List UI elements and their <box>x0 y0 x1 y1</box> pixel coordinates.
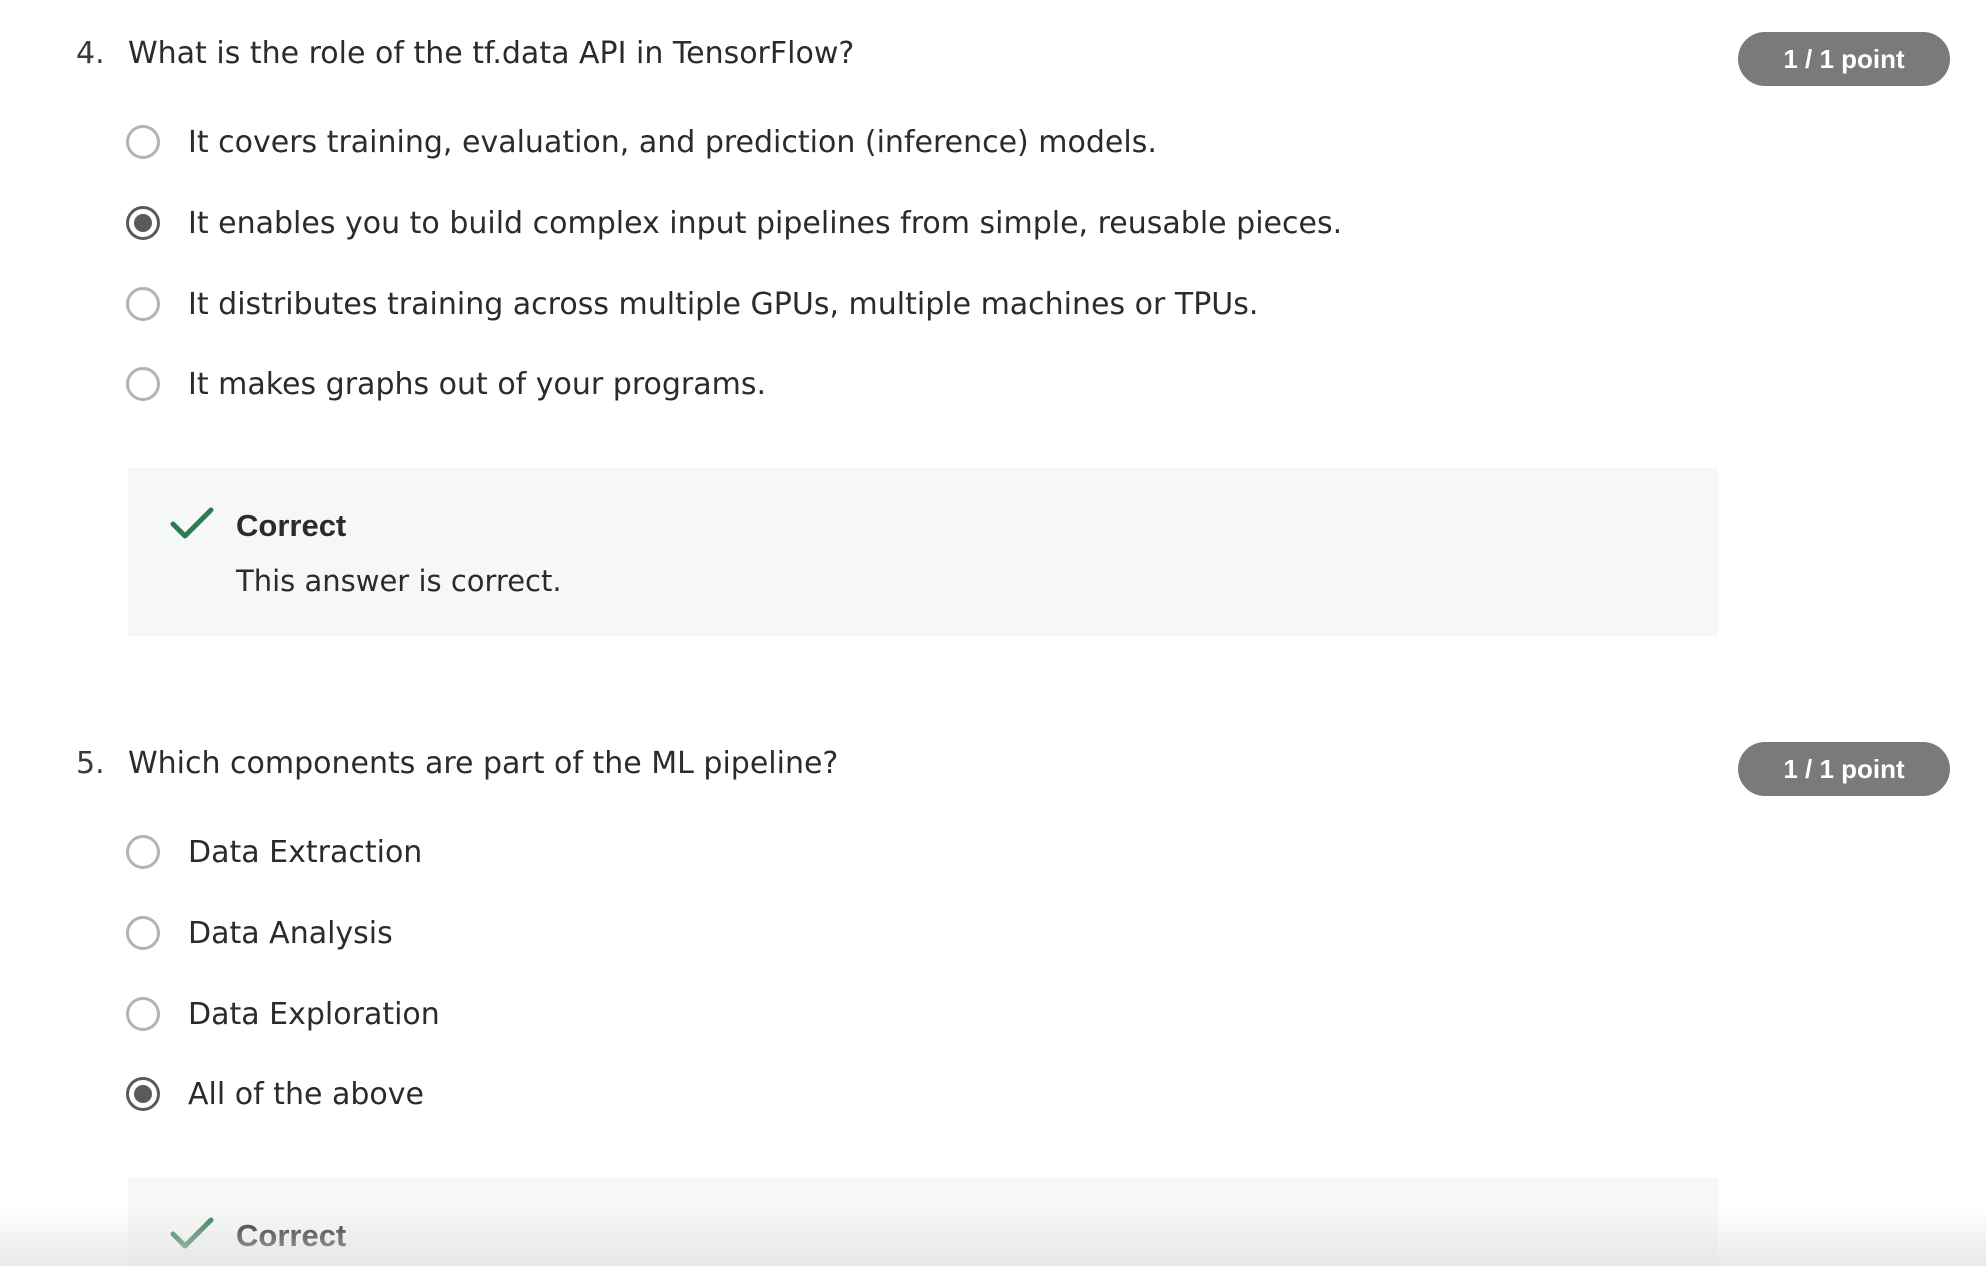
points-badge: 1 / 1 point <box>1738 742 1950 796</box>
answer-option[interactable]: It enables you to build complex input pi… <box>126 201 1342 245</box>
check-icon <box>170 1217 214 1249</box>
answer-option[interactable]: All of the above <box>126 1072 424 1116</box>
answer-option-label: It distributes training across multiple … <box>188 286 1259 322</box>
answer-option-label: It makes graphs out of your programs. <box>188 366 766 402</box>
answer-option[interactable]: Data Exploration <box>126 992 440 1036</box>
radio-icon[interactable] <box>126 125 160 159</box>
answer-option-label: Data Exploration <box>188 996 440 1032</box>
quiz-results-page: 4. What is the role of the tf.data API i… <box>0 0 1986 1266</box>
radio-icon[interactable] <box>126 206 160 240</box>
feedback-title: Correct <box>236 1218 347 1253</box>
radio-icon[interactable] <box>126 835 160 869</box>
points-badge: 1 / 1 point <box>1738 32 1950 86</box>
answer-option[interactable]: Data Extraction <box>126 830 422 874</box>
radio-icon[interactable] <box>126 287 160 321</box>
answer-option-label: It covers training, evaluation, and pred… <box>188 124 1157 160</box>
answer-option-label: All of the above <box>188 1076 424 1112</box>
radio-icon[interactable] <box>126 997 160 1031</box>
feedback-text: This answer is correct. <box>236 564 562 598</box>
question-number: 5. <box>76 746 105 781</box>
answer-option-label: Data Extraction <box>188 834 423 870</box>
question-text: Which components are part of the ML pipe… <box>128 746 839 781</box>
question-text: What is the role of the tf.data API in T… <box>128 36 855 71</box>
feedback-panel: Correct This answer is correct. <box>128 468 1718 636</box>
answer-option[interactable]: Data Analysis <box>126 911 393 955</box>
feedback-title: Correct <box>236 508 347 543</box>
answer-option[interactable]: It distributes training across multiple … <box>126 282 1258 326</box>
radio-icon[interactable] <box>126 367 160 401</box>
question-number: 4. <box>76 36 105 71</box>
answer-option-label: It enables you to build complex input pi… <box>188 205 1343 241</box>
feedback-panel: Correct <box>128 1178 1718 1266</box>
radio-icon[interactable] <box>126 916 160 950</box>
radio-icon[interactable] <box>126 1077 160 1111</box>
answer-option[interactable]: It makes graphs out of your programs. <box>126 362 766 406</box>
answer-option[interactable]: It covers training, evaluation, and pred… <box>126 120 1157 164</box>
check-icon <box>170 507 214 539</box>
answer-option-label: Data Analysis <box>188 915 393 951</box>
